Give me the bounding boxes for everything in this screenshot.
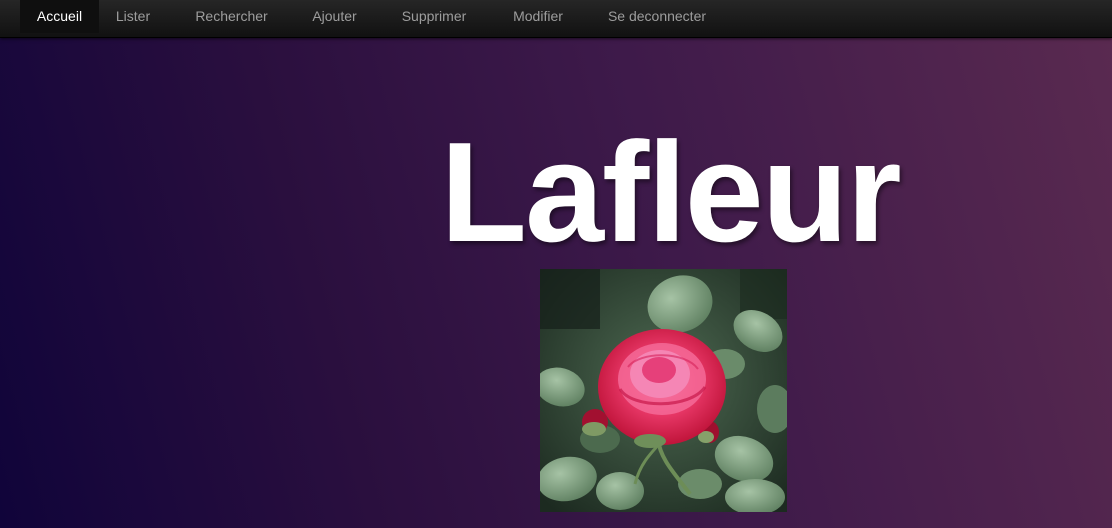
page-title: Lafleur <box>440 113 901 272</box>
nav-item-se-deconnecter[interactable]: Se deconnecter <box>592 0 722 33</box>
nav-item-ajouter[interactable]: Ajouter <box>297 0 372 33</box>
nav-item-rechercher[interactable]: Rechercher <box>180 0 283 33</box>
nav-item-lister[interactable]: Lister <box>99 0 167 33</box>
nav-item-supprimer[interactable]: Supprimer <box>388 0 480 33</box>
nav-item-modifier[interactable]: Modifier <box>498 0 578 33</box>
rose-image <box>540 269 787 512</box>
top-navbar: Accueil Lister Rechercher Ajouter Suppri… <box>0 0 1112 38</box>
nav-item-accueil[interactable]: Accueil <box>20 0 99 33</box>
